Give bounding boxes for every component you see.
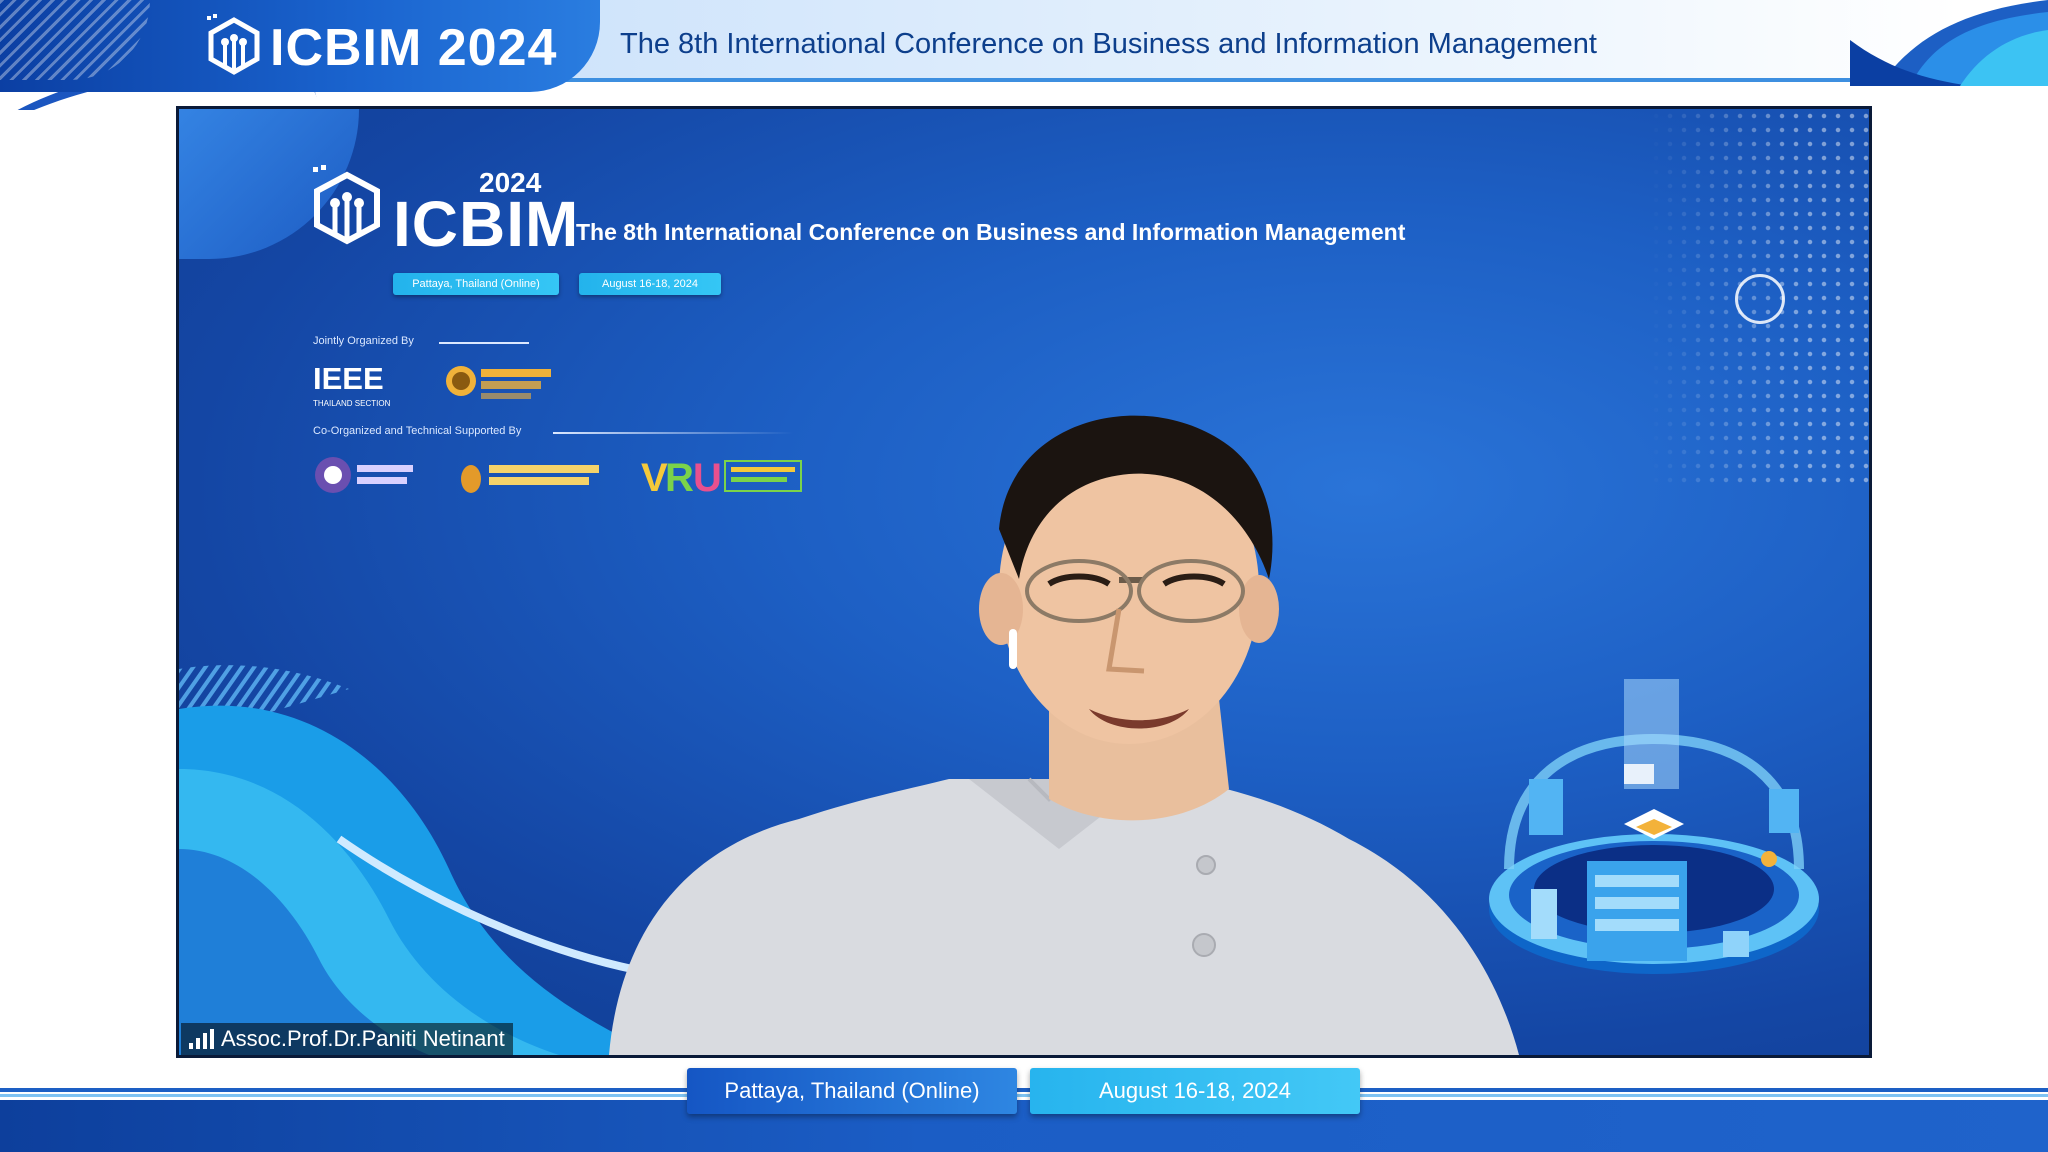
partner-university-logo xyxy=(446,366,551,399)
co-organized-label: Co-Organized and Technical Supported By xyxy=(313,425,522,437)
background-logo-text: ICBIM xyxy=(393,188,580,260)
header-title: The 8th International Conference on Busi… xyxy=(620,28,1597,60)
jointly-organized-label: Jointly Organized By xyxy=(313,335,414,347)
ieee-logo-subtitle: THAILAND SECTION xyxy=(313,399,391,408)
signal-strength-icon xyxy=(189,1029,215,1049)
background-circle-decoration xyxy=(1735,274,1785,324)
jointly-divider xyxy=(439,342,529,344)
video-feed: 2024 ICBIM The 8th International Confere… xyxy=(176,106,1872,1058)
participant-name-tag: Assoc.Prof.Dr.Paniti Netinant xyxy=(181,1023,513,1055)
background-location-pill: Pattaya, Thailand (Online) xyxy=(393,273,559,295)
speaker-name: Assoc.Prof.Dr.Paniti Netinant xyxy=(221,1026,505,1051)
footer-date-pill: August 16-18, 2024 xyxy=(1030,1068,1360,1114)
icbim-logo-icon xyxy=(207,14,260,75)
background-icbim-logo-icon xyxy=(313,165,380,245)
ieee-logo-text: IEEE xyxy=(313,361,384,396)
background-conference-title: The 8th International Conference on Busi… xyxy=(576,219,1406,245)
header-logo-text: ICBIM 2024 xyxy=(270,19,558,77)
background-date-pill: August 16-18, 2024 xyxy=(579,273,721,295)
header: ICBIM 2024 The 8th International Confere… xyxy=(0,0,2048,110)
presenter-video xyxy=(609,415,1519,1055)
footer-line-light xyxy=(0,1094,2048,1097)
header-underline xyxy=(560,78,1860,82)
corner-swoosh-decoration xyxy=(1850,0,2048,86)
footer-line-dark xyxy=(0,1088,2048,1092)
footer-location-pill: Pattaya, Thailand (Online) xyxy=(687,1068,1017,1114)
footer-bar xyxy=(0,1100,2048,1152)
